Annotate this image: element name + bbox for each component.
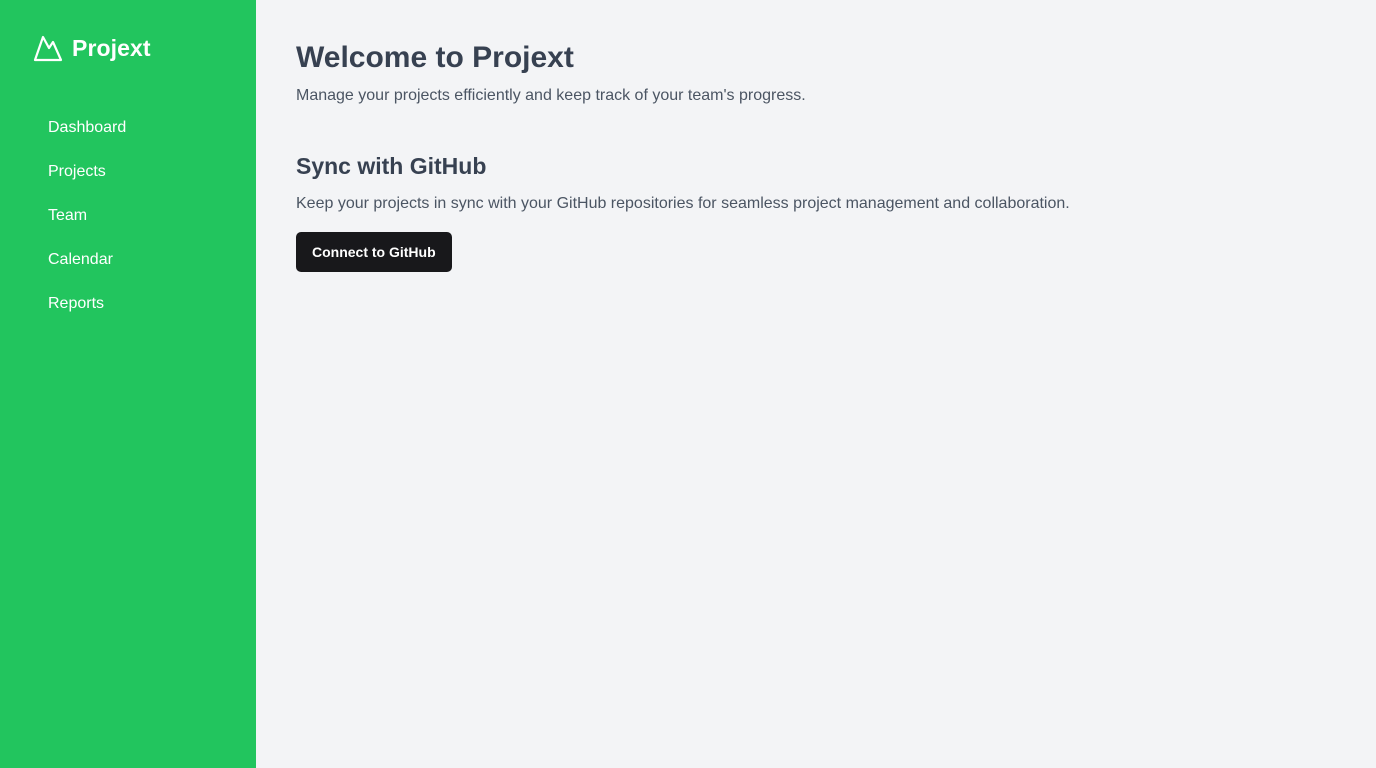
- sidebar-item-team[interactable]: Team: [48, 194, 224, 238]
- connect-github-button[interactable]: Connect to GitHub: [296, 232, 452, 272]
- sidebar-item-projects[interactable]: Projects: [48, 150, 224, 194]
- app-name: Projext: [72, 34, 151, 61]
- section-title: Sync with GitHub: [296, 153, 487, 179]
- page-title: Welcome to Projext: [296, 41, 574, 74]
- sidebar-item-dashboard[interactable]: Dashboard: [48, 106, 224, 150]
- github-sync-section: Sync with GitHub Keep your projects in s…: [296, 150, 1336, 272]
- sidebar-nav: Dashboard Projects Team Calendar Reports: [32, 106, 224, 326]
- section-description: Keep your projects in sync with your Git…: [296, 195, 1070, 212]
- mountain-icon: [32, 32, 64, 64]
- sidebar-item-reports[interactable]: Reports: [48, 282, 224, 326]
- sidebar-item-calendar[interactable]: Calendar: [48, 238, 224, 282]
- page-subtitle: Manage your projects efficiently and kee…: [296, 87, 806, 104]
- main-content: Welcome to Projext Manage your projects …: [256, 0, 1376, 768]
- sidebar: Projext Dashboard Projects Team Calendar…: [0, 0, 256, 768]
- app-root: Projext Dashboard Projects Team Calendar…: [0, 0, 1376, 768]
- brand[interactable]: Projext: [32, 32, 224, 64]
